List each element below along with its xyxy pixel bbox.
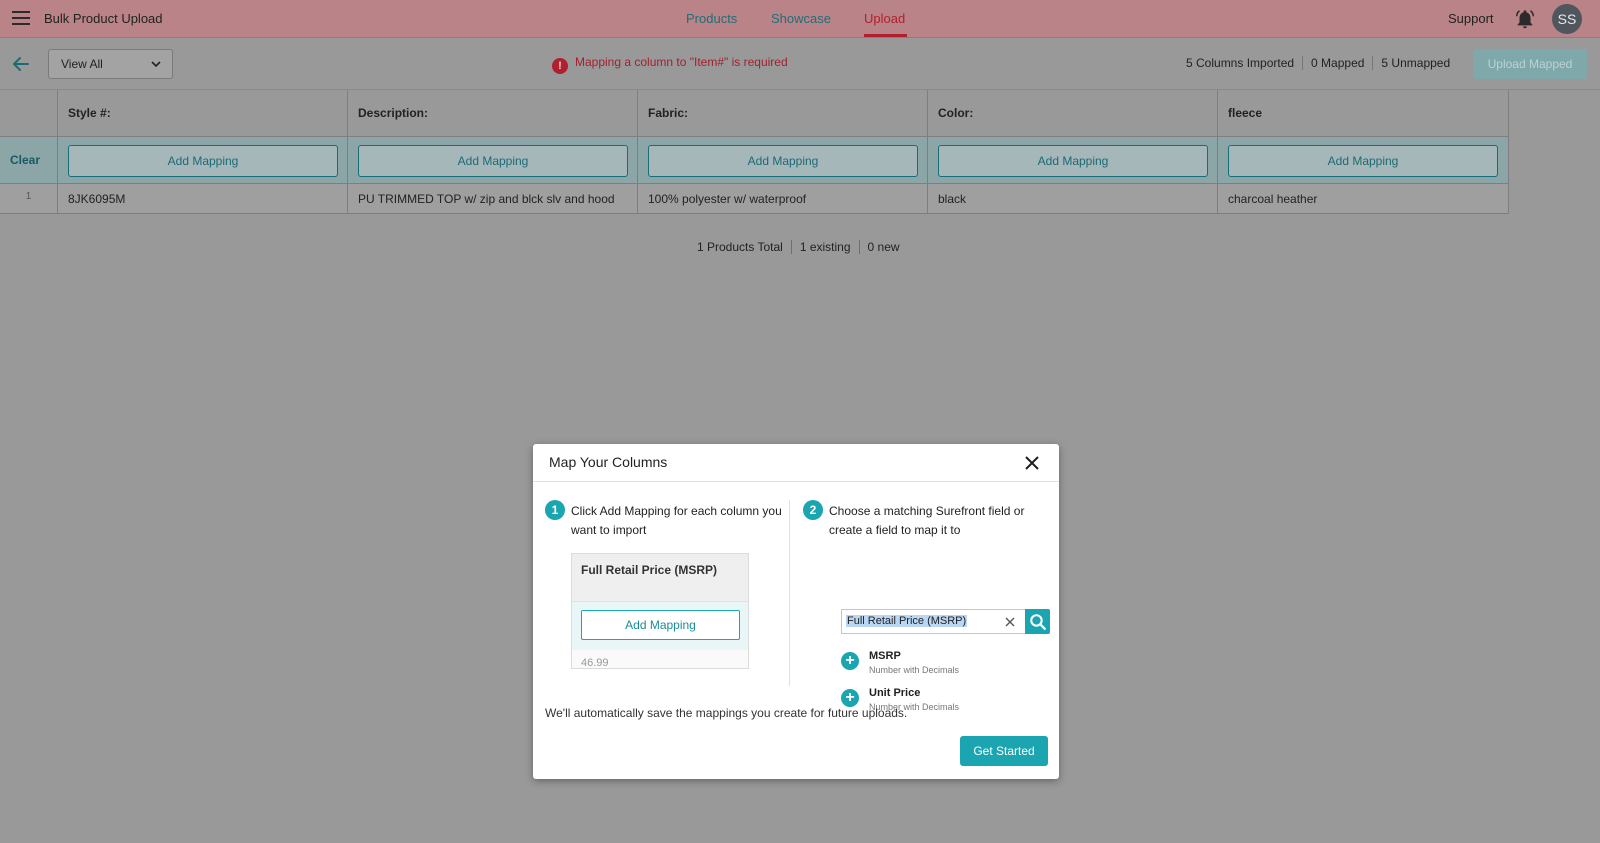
unmapped-count: 5 Unmapped — [1372, 56, 1459, 70]
add-mapping-button[interactable]: Add Mapping — [938, 145, 1208, 177]
example-value: 46.99 — [581, 657, 609, 669]
main-nav: Products Showcase Upload — [0, 0, 1600, 38]
table-cell: charcoal heather — [1218, 184, 1509, 214]
existing-count: 1 existing — [790, 240, 859, 254]
column-header: Fabric: — [638, 90, 928, 137]
close-icon[interactable] — [1023, 454, 1041, 472]
column-header: Description: — [348, 90, 638, 137]
table-cell: PU TRIMMED TOP w/ zip and blck slv and h… — [348, 184, 638, 214]
user-avatar[interactable]: SS — [1552, 4, 1582, 34]
upload-mapped-button[interactable]: Upload Mapped — [1473, 49, 1587, 79]
table-cell: 8JK6095M — [58, 184, 348, 214]
tab-showcase[interactable]: Showcase — [771, 11, 831, 26]
field-search-input[interactable]: Full Retail Price (MSRP) — [841, 609, 1025, 634]
menu-icon[interactable] — [12, 11, 30, 25]
add-mapping-button[interactable]: Add Mapping — [1228, 145, 1498, 177]
import-stats: 5 Columns Imported 0 Mapped 5 Unmapped — [1180, 56, 1459, 70]
product-totals: 1 Products Total 1 existing 0 new — [689, 240, 908, 254]
back-arrow-icon[interactable] — [11, 54, 31, 74]
clear-mappings-button[interactable]: Clear — [0, 137, 58, 184]
example-column-header: Full Retail Price (MSRP) — [572, 554, 748, 602]
mapping-table: Style #: Description: Fabric: Color: fle… — [0, 90, 1509, 214]
dialog-footnote: We'll automatically save the mappings yo… — [545, 706, 908, 720]
add-field-plus-icon[interactable]: + — [841, 652, 859, 670]
chevron-down-icon — [151, 61, 161, 68]
search-button[interactable] — [1025, 609, 1050, 634]
step-instructions: Choose a matching Surefront field or cre… — [829, 504, 1025, 537]
mapping-error-message: ! Mapping a column to "Item#" is required — [552, 55, 788, 74]
step-instructions: Click Add Mapping for each column you wa… — [571, 504, 782, 537]
error-text: Mapping a column to "Item#" is required — [575, 55, 788, 69]
add-mapping-button[interactable]: Add Mapping — [358, 145, 628, 177]
dialog-title: Map Your Columns — [549, 454, 668, 470]
table-header-row: Style #: Description: Fabric: Color: fle… — [0, 90, 1509, 137]
tab-upload[interactable]: Upload — [864, 11, 905, 26]
field-option-type: Number with Decimals — [869, 665, 960, 675]
view-filter-value: View All — [61, 57, 103, 71]
table-row: 1 8JK6095M PU TRIMMED TOP w/ zip and blc… — [0, 184, 1509, 214]
notification-bell-icon[interactable] — [1514, 8, 1536, 30]
active-tab-indicator — [864, 34, 907, 37]
example-add-mapping-button: Add Mapping — [581, 610, 740, 640]
add-mapping-button[interactable]: Add Mapping — [648, 145, 918, 177]
field-search-value: Full Retail Price (MSRP) — [846, 615, 968, 627]
new-count: 0 new — [858, 240, 908, 254]
dialog-header: Map Your Columns — [533, 444, 1059, 482]
field-option-name: Unit Price — [869, 687, 921, 699]
top-header: Bulk Product Upload Products Showcase Up… — [0, 0, 1600, 38]
error-icon: ! — [552, 58, 568, 74]
column-header: Style #: — [58, 90, 348, 137]
support-link[interactable]: Support — [1448, 11, 1494, 26]
view-filter-select[interactable]: View All — [48, 49, 173, 79]
mapped-count: 0 Mapped — [1302, 56, 1373, 70]
table-cell: black — [928, 184, 1218, 214]
step-number: 1 — [545, 500, 565, 520]
add-mapping-button[interactable]: Add Mapping — [68, 145, 338, 177]
step-number: 2 — [803, 500, 823, 520]
app-title: Bulk Product Upload — [44, 11, 163, 26]
tab-products[interactable]: Products — [686, 11, 737, 26]
clear-search-icon[interactable] — [1004, 616, 1016, 628]
add-field-plus-icon[interactable]: + — [841, 689, 859, 707]
table-cell: 100% polyester w/ waterproof — [638, 184, 928, 214]
mapping-row: Clear Add Mapping Add Mapping Add Mappin… — [0, 137, 1509, 184]
column-header: fleece — [1218, 90, 1509, 137]
columns-imported-count: 5 Columns Imported — [1186, 56, 1295, 70]
search-icon — [1030, 614, 1046, 630]
example-column-card: Full Retail Price (MSRP) Add Mapping 46.… — [571, 553, 749, 669]
row-number: 1 — [0, 184, 58, 214]
field-option-name: MSRP — [869, 650, 901, 662]
column-header: Color: — [928, 90, 1218, 137]
map-columns-dialog: Map Your Columns 1 Click Add Mapping for… — [533, 444, 1059, 779]
upload-toolbar: View All ! Mapping a column to "Item#" is… — [0, 38, 1600, 90]
divider — [789, 500, 790, 686]
row-number-header — [0, 90, 58, 137]
products-total: 1 Products Total — [697, 240, 783, 254]
get-started-button[interactable]: Get Started — [960, 736, 1048, 766]
